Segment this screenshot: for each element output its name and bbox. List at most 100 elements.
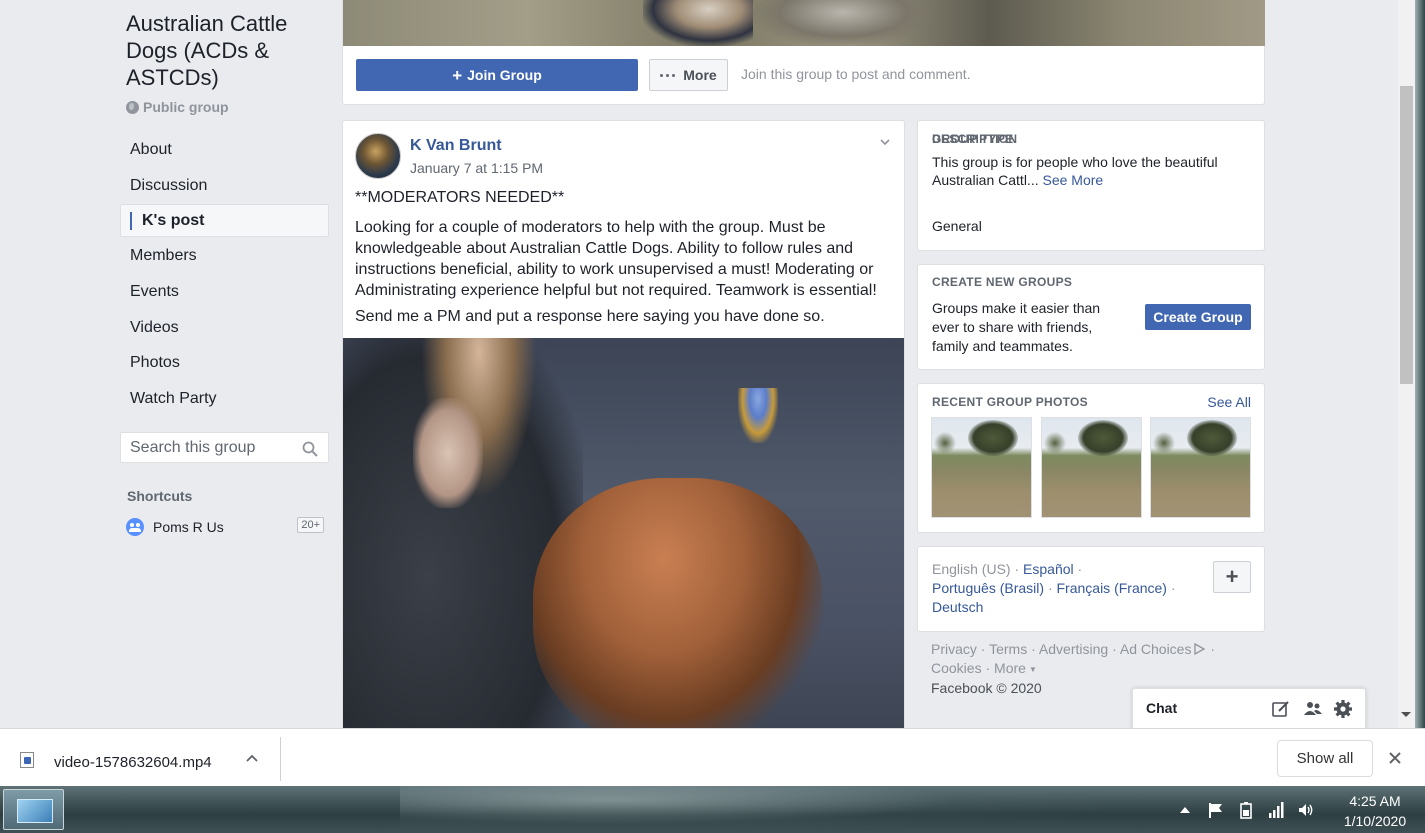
nav-item-about[interactable]: About: [120, 132, 329, 168]
nav-item-discussion[interactable]: Discussion: [120, 168, 329, 204]
network-signal-icon[interactable]: [1267, 801, 1285, 819]
separator: ·: [1112, 641, 1117, 657]
post-photo[interactable]: [343, 338, 904, 728]
post-author[interactable]: K Van Brunt: [410, 137, 502, 155]
ad-choices-label: Ad Choices: [1119, 641, 1192, 657]
nav-item-label: About: [130, 140, 172, 158]
compose-icon[interactable]: [1271, 699, 1291, 719]
divider: [280, 737, 281, 781]
caret-down-icon: ▼: [1028, 665, 1037, 674]
more-dots-icon: [660, 73, 676, 77]
footer-link-ad-choices[interactable]: Ad Choices: [1120, 641, 1207, 657]
footer-link-more[interactable]: More ▼: [994, 660, 1037, 676]
ad-choices-icon: [1194, 642, 1206, 656]
shortcut-label: Poms R Us: [153, 519, 224, 535]
nav-item-events[interactable]: Events: [120, 274, 329, 310]
chat-bar[interactable]: Chat: [1132, 688, 1366, 728]
nav-item-label: Watch Party: [130, 389, 217, 407]
recent-photos-card: RECENT GROUP PHOTOS See All: [917, 383, 1265, 533]
group-privacy-label: Public group: [143, 99, 229, 115]
nav-item-ks-post[interactable]: K's post: [120, 204, 329, 238]
language-link[interactable]: Português (Brasil): [932, 580, 1044, 596]
download-bar: video-1578632604.mp4 Show all: [0, 728, 1425, 786]
language-link[interactable]: Deutsch: [932, 599, 983, 615]
group-type-header: GROUP TYPE: [932, 132, 1014, 146]
nav-item-videos[interactable]: Videos: [120, 310, 329, 346]
nav-item-members[interactable]: Members: [120, 238, 329, 274]
shortcut-item[interactable]: Poms R Us 20+: [126, 517, 326, 537]
clock-time: 4:25 AM: [1349, 793, 1401, 809]
group-type-value: General: [932, 218, 982, 234]
close-icon[interactable]: [1387, 750, 1403, 766]
photo-thumbnail[interactable]: [1041, 417, 1142, 518]
language-current: English (US): [932, 561, 1011, 577]
nav-item-watch-party[interactable]: Watch Party: [120, 381, 329, 417]
photo-detail: [413, 398, 483, 508]
language-link[interactable]: Français (France): [1057, 580, 1167, 596]
search-input[interactable]: [130, 438, 295, 457]
action-center-flag-icon[interactable]: [1207, 801, 1225, 819]
see-all-link[interactable]: See All: [1207, 394, 1251, 410]
footer-link-cookies[interactable]: Cookies: [931, 660, 982, 676]
see-more-link[interactable]: See More: [1043, 172, 1104, 188]
separator: ·: [1210, 641, 1216, 657]
footer-link-terms[interactable]: Terms: [989, 641, 1027, 657]
add-language-button[interactable]: +: [1213, 561, 1251, 593]
create-groups-card: CREATE NEW GROUPS Groups make it easier …: [917, 264, 1265, 370]
footer-more-label: More: [994, 660, 1026, 676]
facebook-group-page: Australian Cattle Dogs (ACDs & ASTCDs) P…: [0, 0, 1425, 728]
video-file-icon[interactable]: [20, 752, 34, 768]
description-card: DESCRIPTION This group is for people who…: [917, 120, 1265, 251]
cover-photo[interactable]: [343, 0, 1265, 46]
search-icon[interactable]: [302, 441, 318, 457]
chevron-down-icon[interactable]: [880, 137, 890, 147]
create-groups-header: CREATE NEW GROUPS: [932, 275, 1073, 289]
gear-icon[interactable]: [1333, 699, 1353, 719]
shortcuts-title: Shortcuts: [127, 488, 193, 504]
download-filename[interactable]: video-1578632604.mp4: [54, 754, 212, 771]
avatar[interactable]: [355, 133, 401, 179]
join-group-button[interactable]: + Join Group: [356, 59, 638, 91]
create-group-button[interactable]: Create Group: [1145, 304, 1251, 330]
language-card: English (US) · Español · Português (Bras…: [917, 546, 1265, 632]
separator: ·: [1170, 580, 1176, 596]
separator: ·: [980, 641, 986, 657]
photo-thumbnail[interactable]: [1150, 417, 1251, 518]
page-scrollbar[interactable]: [1398, 0, 1415, 728]
plus-icon: +: [452, 65, 463, 85]
more-button[interactable]: More: [649, 59, 728, 91]
recent-photos-header: RECENT GROUP PHOTOS: [932, 395, 1088, 409]
windows-taskbar: 4:25 AM 1/10/2020: [0, 786, 1425, 833]
group-search: [120, 432, 329, 463]
photo-thumbnail[interactable]: [931, 417, 1032, 518]
taskbar-clock[interactable]: 4:25 AM 1/10/2020: [1330, 791, 1420, 831]
more-label: More: [683, 67, 717, 83]
show-all-button[interactable]: Show all: [1277, 740, 1373, 777]
copyright: Facebook © 2020: [931, 680, 1042, 696]
nav-item-photos[interactable]: Photos: [120, 345, 329, 381]
separator: ·: [1014, 561, 1020, 577]
people-icon[interactable]: [1303, 699, 1323, 719]
footer-link-advertising[interactable]: Advertising: [1039, 641, 1108, 657]
group-header-card: + Join Group More Join this group to pos…: [342, 0, 1265, 105]
scrollbar-thumb[interactable]: [1400, 86, 1413, 384]
description-text: This group is for people who love the be…: [932, 153, 1252, 189]
tray-expand-icon[interactable]: [1176, 801, 1194, 819]
chevron-up-icon[interactable]: [245, 751, 259, 765]
cover-photo-detail: [643, 0, 753, 46]
group-title[interactable]: Australian Cattle Dogs (ACDs & ASTCDs): [126, 10, 326, 91]
post-card: K Van Brunt January 7 at 1:15 PM **MODER…: [342, 120, 905, 728]
post-timestamp[interactable]: January 7 at 1:15 PM: [410, 160, 543, 176]
separator: ·: [1047, 580, 1053, 596]
taskbar-app-button[interactable]: [3, 789, 64, 830]
language-link[interactable]: Español: [1023, 561, 1074, 577]
shortcut-count-badge: 20+: [297, 517, 324, 533]
battery-icon[interactable]: [1237, 801, 1255, 819]
footer-link-privacy[interactable]: Privacy: [931, 641, 977, 657]
desktop-edge: [1415, 0, 1425, 728]
language-list: English (US) · Español · Português (Bras…: [932, 560, 1202, 617]
scroll-down-arrow-icon[interactable]: [1401, 712, 1411, 717]
post-body: Looking for a couple of moderators to he…: [355, 219, 877, 299]
chat-label: Chat: [1146, 700, 1178, 716]
volume-icon[interactable]: [1297, 801, 1315, 819]
